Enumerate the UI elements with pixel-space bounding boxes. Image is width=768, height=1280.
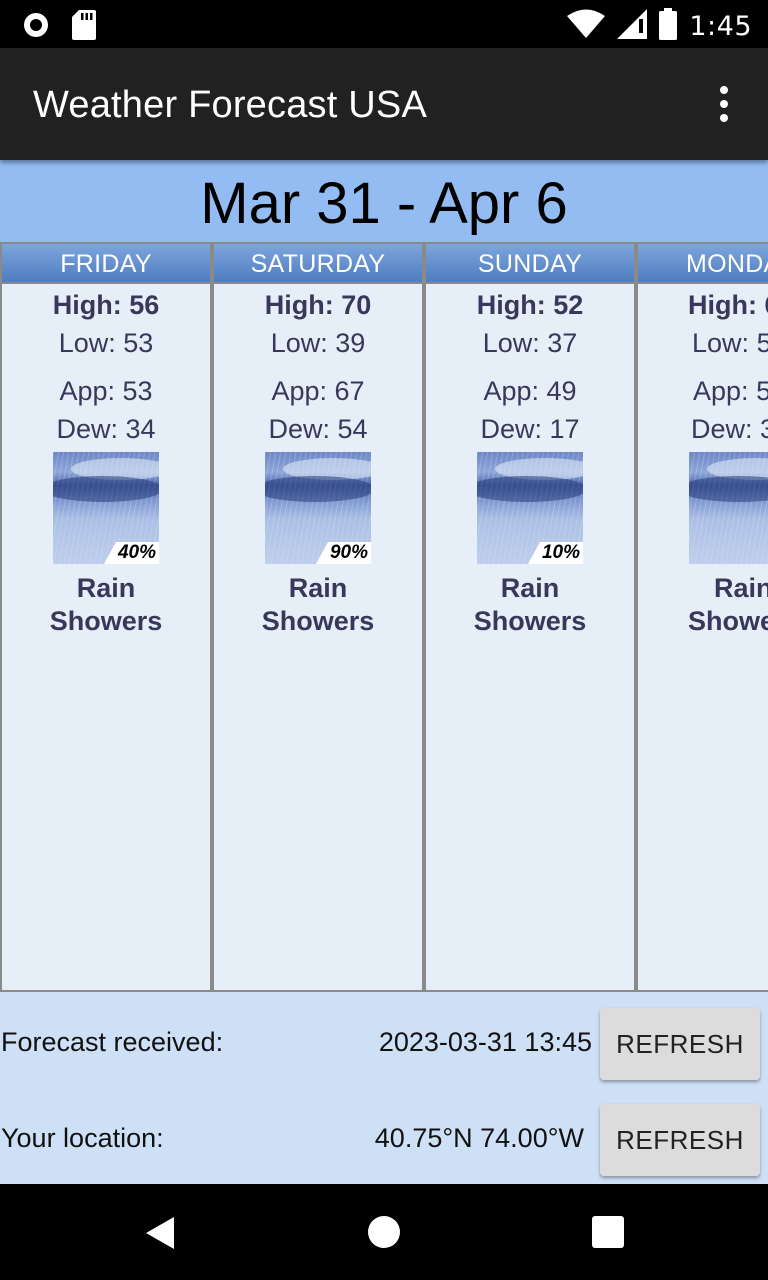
refresh-location-button[interactable]: REFRESH bbox=[600, 1104, 760, 1176]
battery-icon bbox=[659, 8, 678, 45]
forecast-days[interactable]: FRIDAY High: 56 Low: 53 App: 53 Dew: 34 … bbox=[0, 242, 768, 992]
rain-showers-icon: 10 bbox=[689, 452, 768, 564]
day-name: SUNDAY bbox=[426, 244, 634, 284]
low-temp: Low: 5 bbox=[692, 328, 768, 358]
low-temp: Low: 39 bbox=[270, 328, 366, 358]
status-bar: 1:45 bbox=[0, 0, 768, 48]
info-panel: Forecast received: 2023-03-31 13:45 REFR… bbox=[0, 992, 768, 1184]
dew-point: Dew: 3 bbox=[691, 414, 768, 444]
screen: 1:45 Weather Forecast USA Mar 31 - Apr 6… bbox=[0, 0, 768, 1280]
app-bar: Weather Forecast USA bbox=[0, 48, 768, 160]
rain-showers-icon: 90% bbox=[265, 452, 371, 564]
app-title: Weather Forecast USA bbox=[33, 84, 428, 126]
condition: Rain Showers bbox=[49, 573, 163, 636]
precip-chance: 40% bbox=[103, 542, 159, 564]
back-icon[interactable] bbox=[144, 1216, 176, 1255]
location-label: Your location: bbox=[1, 1123, 164, 1153]
day-name: MONDA bbox=[638, 244, 768, 284]
condition: Rain Showe bbox=[688, 573, 768, 636]
low-temp: Low: 53 bbox=[58, 328, 154, 358]
forecast-received-label: Forecast received: bbox=[1, 1027, 224, 1057]
navigation-bar bbox=[0, 1184, 768, 1280]
low-temp: Low: 37 bbox=[482, 328, 578, 358]
rain-showers-icon: 40% bbox=[53, 452, 159, 564]
location-row: Your location: 40.75°N 74.00°W REFRESH bbox=[0, 1100, 768, 1176]
day-name: SATURDAY bbox=[214, 244, 422, 284]
apparent-temp: App: 5 bbox=[693, 376, 768, 406]
refresh-forecast-button[interactable]: REFRESH bbox=[600, 1008, 760, 1080]
high-temp: High: 70 bbox=[264, 290, 372, 320]
recent-apps-icon[interactable] bbox=[592, 1216, 624, 1248]
high-temp: High: 52 bbox=[476, 290, 584, 320]
dew-point: Dew: 17 bbox=[480, 414, 580, 444]
week-title: Mar 31 - Apr 6 bbox=[200, 170, 568, 236]
day-name: FRIDAY bbox=[2, 244, 210, 284]
home-icon[interactable] bbox=[368, 1216, 400, 1248]
forecast-received-value: 2023-03-31 13:45 bbox=[378, 1027, 592, 1057]
high-temp: High: 56 bbox=[52, 290, 160, 320]
cellular-signal-icon bbox=[617, 9, 648, 44]
day-column-saturday: SATURDAY High: 70 Low: 39 App: 67 Dew: 5… bbox=[212, 242, 424, 992]
rain-showers-icon: 10% bbox=[477, 452, 583, 564]
apparent-temp: App: 49 bbox=[483, 376, 577, 406]
apparent-temp: App: 53 bbox=[59, 376, 153, 406]
precip-chance: 10% bbox=[527, 542, 583, 564]
wifi-icon bbox=[567, 9, 606, 44]
dew-point: Dew: 34 bbox=[56, 414, 156, 444]
apparent-temp: App: 67 bbox=[271, 376, 365, 406]
day-column-sunday: SUNDAY High: 52 Low: 37 App: 49 Dew: 17 … bbox=[424, 242, 636, 992]
record-icon bbox=[22, 11, 50, 44]
precip-chance: 90% bbox=[315, 542, 371, 564]
condition: Rain Showers bbox=[473, 573, 587, 636]
day-column-friday: FRIDAY High: 56 Low: 53 App: 53 Dew: 34 … bbox=[0, 242, 212, 992]
more-vertical-icon[interactable] bbox=[704, 84, 744, 124]
sd-card-icon bbox=[72, 10, 96, 45]
forecast-received-row: Forecast received: 2023-03-31 13:45 REFR… bbox=[0, 1004, 768, 1080]
dew-point: Dew: 54 bbox=[268, 414, 368, 444]
high-temp: High: 6 bbox=[688, 290, 768, 320]
day-column-monday: MONDA High: 6 Low: 5 App: 5 Dew: 3 10 Ra… bbox=[636, 242, 768, 992]
location-value: 40.75°N 74.00°W bbox=[374, 1123, 584, 1153]
week-header: Mar 31 - Apr 6 bbox=[0, 160, 768, 242]
status-time: 1:45 bbox=[689, 11, 752, 42]
main-content: Mar 31 - Apr 6 FRIDAY High: 56 Low: 53 A… bbox=[0, 160, 768, 1184]
condition: Rain Showers bbox=[261, 573, 375, 636]
